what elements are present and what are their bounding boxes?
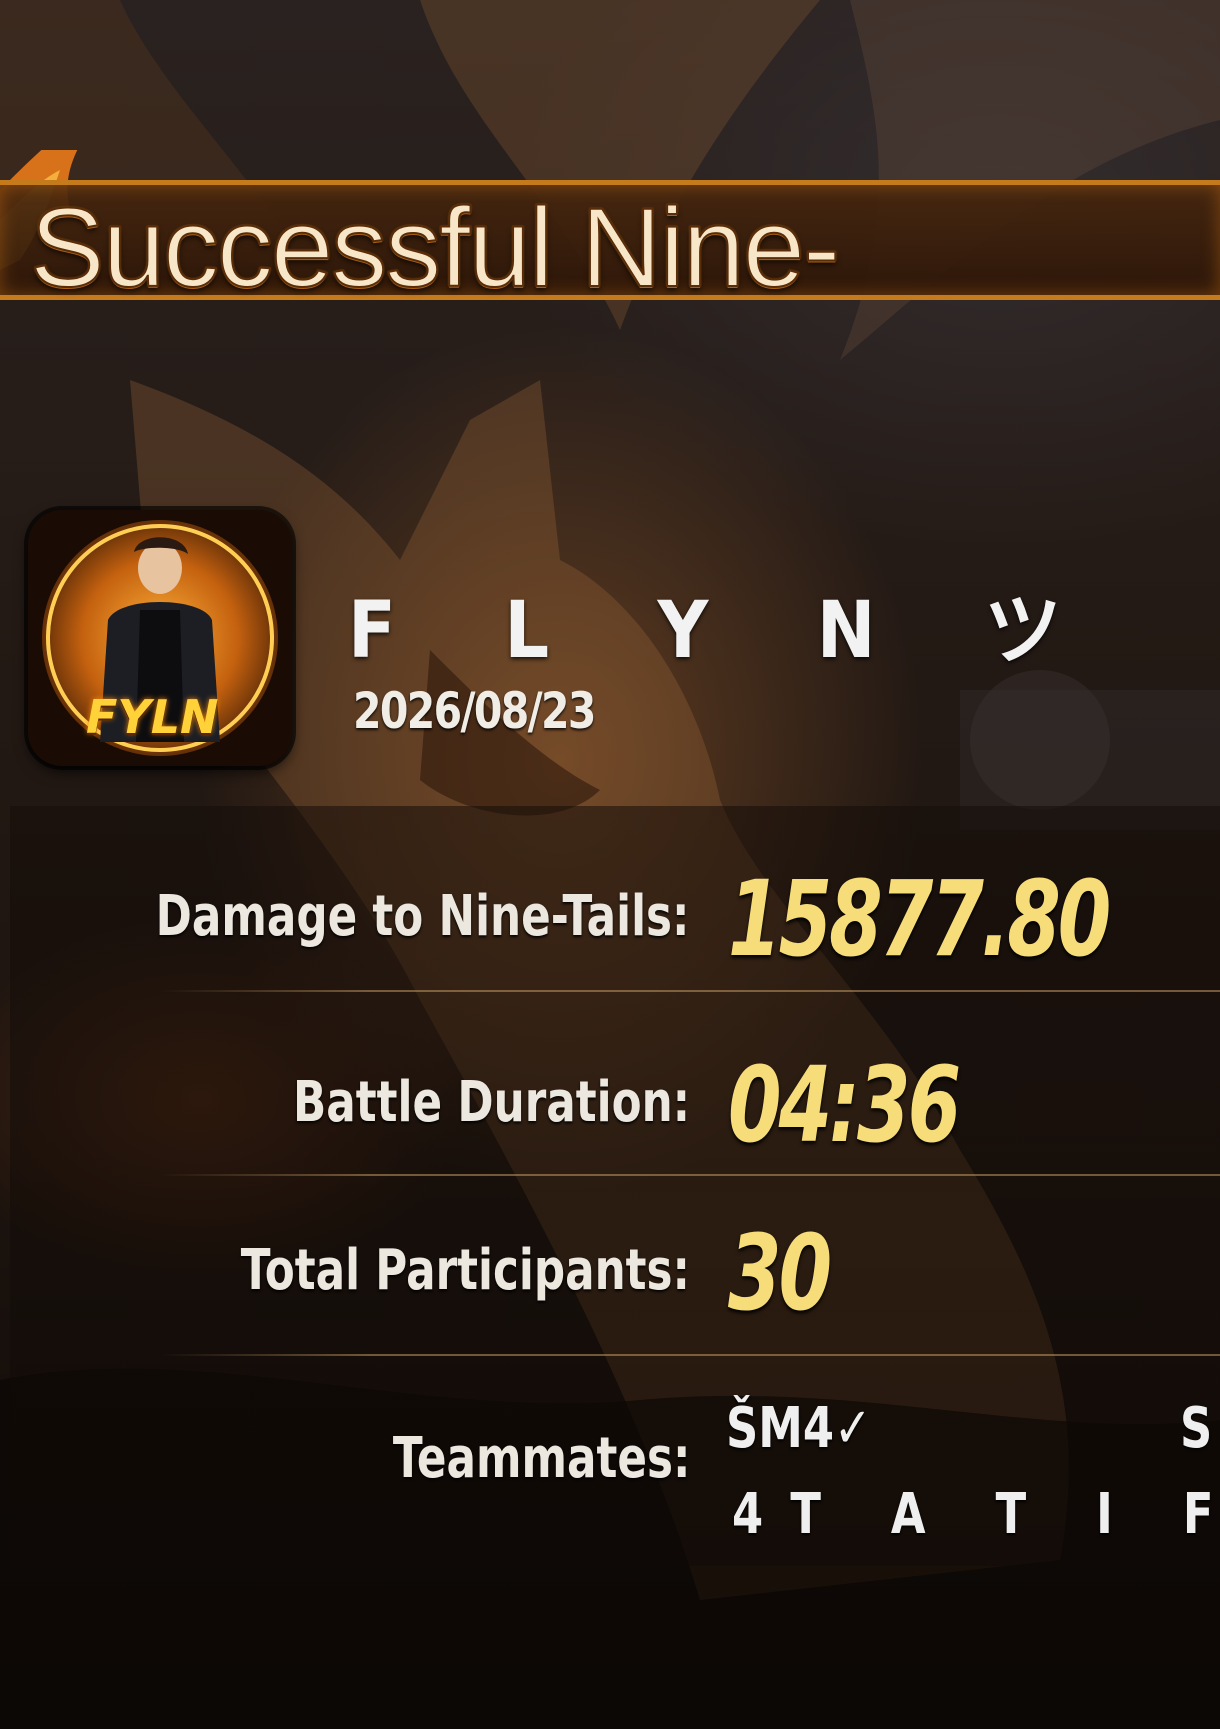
duration-value: 04:36 (728, 1044, 961, 1166)
player-name: F L Y N ツ (348, 586, 1104, 676)
participants-label: Total Participants: (240, 1238, 690, 1303)
duration-label: Battle Duration: (292, 1070, 690, 1135)
avatar-logo-text: FYLN (86, 690, 219, 744)
teammates-row: Teammates: ŠM4✓ S 4T A T I F (10, 1396, 1220, 1556)
damage-value: 15877.80 (728, 858, 1111, 980)
teammate-name[interactable]: S (1180, 1396, 1212, 1461)
divider (160, 1174, 1220, 1176)
duration-row: Battle Duration: 04:36 (10, 1034, 1220, 1166)
teammate-name[interactable]: ŠM4✓ (726, 1396, 872, 1461)
avatar: FYLN (28, 510, 292, 766)
divider (160, 990, 1220, 992)
title-banner: Successful Nine- (0, 150, 1220, 350)
divider (160, 1354, 1220, 1356)
teammate-name[interactable]: 4T A T I F (732, 1482, 1220, 1547)
teammates-label: Teammates: (392, 1426, 690, 1491)
damage-label: Damage to Nine-Tails: (156, 884, 690, 949)
damage-row: Damage to Nine-Tails: 15877.80 (10, 848, 1220, 980)
player-date: 2026/08/23 (353, 682, 596, 740)
stats-panel: Damage to Nine-Tails: 15877.80 Battle Du… (10, 806, 1220, 1566)
participants-row: Total Participants: 30 (10, 1202, 1220, 1334)
participants-value: 30 (728, 1212, 832, 1334)
banner-title: Successful Nine- (29, 185, 841, 310)
